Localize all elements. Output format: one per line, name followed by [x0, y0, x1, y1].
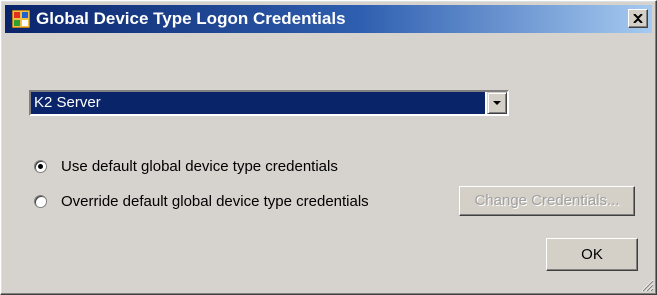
- ok-button[interactable]: OK: [546, 238, 638, 271]
- use-default-credentials-option[interactable]: Use default global device type credentia…: [34, 156, 338, 176]
- close-icon: [633, 14, 643, 23]
- dialog-window: Global Device Type Logon Credentials K2 …: [0, 0, 657, 295]
- dropdown-button[interactable]: [487, 92, 507, 114]
- close-button[interactable]: [628, 9, 648, 28]
- change-credentials-button[interactable]: Change Credentials...: [459, 186, 635, 216]
- resize-grip-icon[interactable]: [640, 278, 654, 292]
- use-default-credentials-label: Use default global device type credentia…: [61, 157, 338, 175]
- title-bar[interactable]: Global Device Type Logon Credentials: [5, 5, 652, 33]
- override-credentials-label: Override default global device type cred…: [61, 192, 369, 210]
- app-window-icon: [12, 10, 30, 28]
- device-type-select[interactable]: K2 Server: [29, 90, 509, 116]
- override-credentials-radio[interactable]: [34, 194, 47, 208]
- override-credentials-option[interactable]: Override default global device type cred…: [34, 191, 369, 211]
- window-title: Global Device Type Logon Credentials: [36, 9, 346, 28]
- device-type-selected-value: K2 Server: [31, 92, 485, 114]
- chevron-down-icon: [493, 100, 501, 105]
- use-default-credentials-radio[interactable]: [34, 159, 47, 173]
